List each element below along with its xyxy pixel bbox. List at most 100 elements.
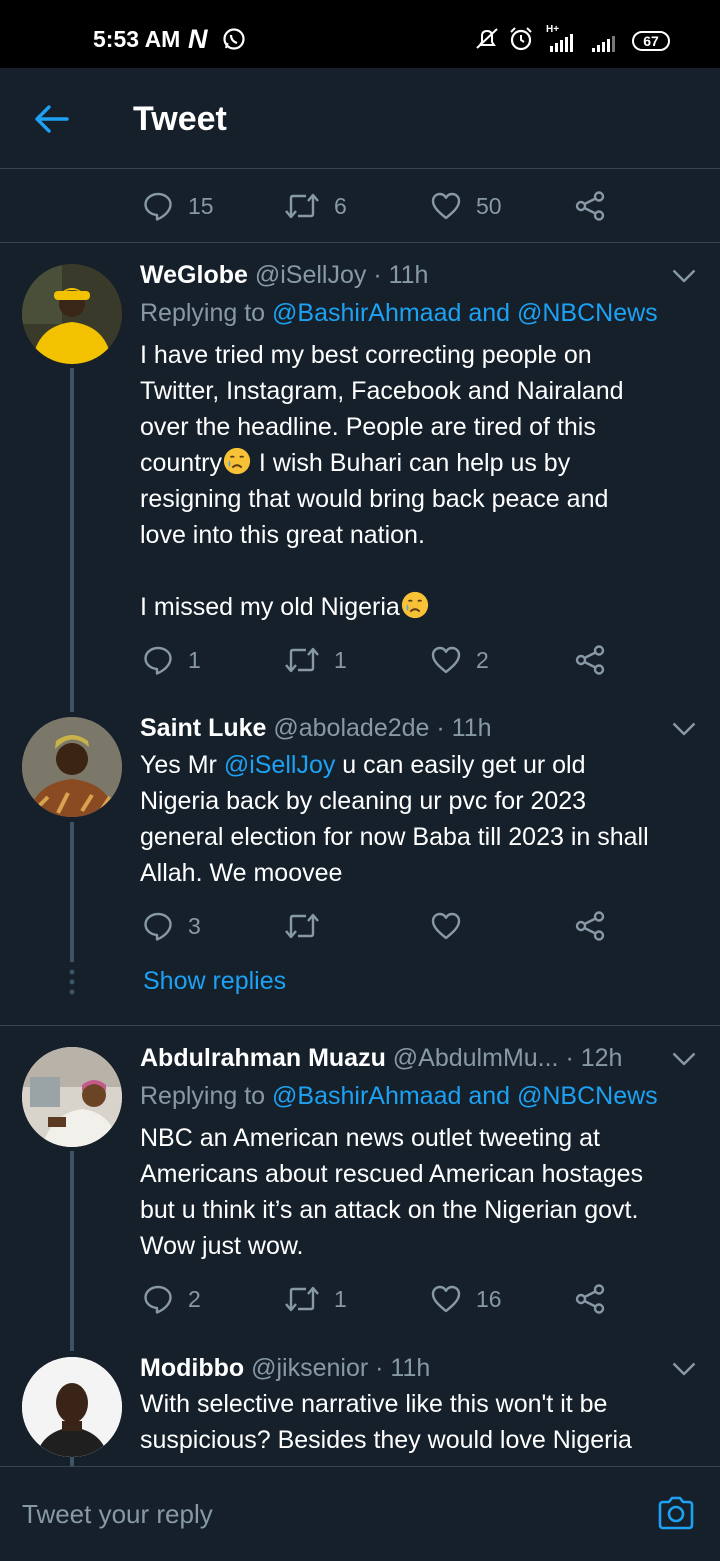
retweet-button[interactable]: 1 <box>284 640 347 680</box>
signal-icon-1 <box>550 34 573 52</box>
tweet-text-line: I have tried my best correcting people o… <box>140 341 592 369</box>
tweet-text-line: NBC an American news outlet tweeting at <box>140 1124 600 1152</box>
display-name[interactable]: Saint Luke <box>140 714 266 742</box>
share-button[interactable] <box>574 640 606 680</box>
netflix-icon: N <box>188 24 208 54</box>
chevron-down-icon[interactable] <box>672 1052 696 1066</box>
tweet-text-line: but u think it’s an attack on the Nigeri… <box>140 1196 639 1224</box>
reply-icon <box>142 1283 174 1315</box>
reply-button[interactable]: 2 <box>142 1279 201 1319</box>
share-button[interactable] <box>574 1279 606 1319</box>
tweet-text-line: general election for now Baba till 2023 … <box>140 823 649 851</box>
reply-composer[interactable]: Tweet your reply <box>0 1466 720 1561</box>
tweet-text-line: Twitter, Instagram, Facebook and Nairala… <box>140 377 624 405</box>
avatar[interactable] <box>22 1357 122 1457</box>
tweet-text-blank <box>140 553 710 589</box>
chevron-down-icon[interactable] <box>672 269 696 283</box>
status-time: 5:53 AM <box>93 26 181 52</box>
reply-button[interactable]: 15 <box>142 186 214 226</box>
thread-line <box>70 822 74 962</box>
replying-to-label: Replying to <box>140 1082 273 1110</box>
crying-face-emoji-icon <box>222 446 252 476</box>
tweet-text-line: Nigeria back by cleaning ur pvc for 2023 <box>140 787 587 815</box>
retweet-count: 1 <box>334 646 347 673</box>
reply-input[interactable]: Tweet your reply <box>22 1499 213 1530</box>
replying-to-mentions[interactable]: @BashirAhmaad and @NBCNews <box>272 1082 658 1110</box>
handle[interactable]: @AbdulmMu... <box>393 1044 559 1072</box>
avatar-image <box>22 1357 122 1457</box>
retweet-icon <box>284 190 320 222</box>
camera-icon[interactable] <box>656 1495 696 1531</box>
tweet-header: WeGlobe @iSellJoy · 11h <box>140 261 428 290</box>
retweet-icon <box>284 910 320 942</box>
reply-button[interactable]: 3 <box>142 906 201 946</box>
timestamp: · 11h <box>373 261 429 289</box>
back-arrow-icon[interactable] <box>34 101 70 137</box>
tweet-text-line: I missed my old Nigeria <box>140 589 710 625</box>
like-button[interactable] <box>430 906 462 946</box>
share-button[interactable] <box>574 186 606 226</box>
app-header: Tweet <box>0 68 720 169</box>
tweet-header: Abdulrahman Muazu @AbdulmMu... · 12h <box>140 1044 622 1073</box>
timestamp: · 11h <box>375 1354 431 1382</box>
reply-button[interactable]: 1 <box>142 640 201 680</box>
replying-to-mentions[interactable]: @BashirAhmaad and @NBCNews <box>272 299 658 327</box>
retweet-button[interactable]: 6 <box>284 186 347 226</box>
retweet-icon <box>284 1283 320 1315</box>
retweet-count: 6 <box>334 192 347 219</box>
handle[interactable]: @jiksenior <box>251 1354 368 1382</box>
timestamp: · 12h <box>565 1044 623 1072</box>
avatar-image <box>22 717 122 817</box>
chevron-down-icon[interactable] <box>672 722 696 736</box>
tweet-text-fragment: Yes Mr <box>140 751 224 779</box>
thread-line <box>70 368 74 712</box>
heart-icon <box>430 190 462 222</box>
battery-indicator: 67 <box>632 31 670 51</box>
reply-count: 3 <box>188 912 201 939</box>
share-icon <box>574 190 606 222</box>
tweet-text: Yes Mr @iSellJoy u can easily get ur old… <box>140 747 710 891</box>
display-name[interactable]: Modibbo <box>140 1354 244 1382</box>
share-button[interactable] <box>574 906 606 946</box>
retweet-icon <box>284 644 320 676</box>
tweet-text: NBC an American news outlet tweeting at … <box>140 1120 710 1264</box>
handle[interactable]: @abolade2de <box>273 714 429 742</box>
tweet-text-fragment: I wish Buhari can help us by <box>251 449 571 477</box>
tweet-text-fragment: I missed my old Nigeria <box>140 593 400 621</box>
retweet-button[interactable]: 1 <box>284 1279 347 1319</box>
reply-icon <box>142 910 174 942</box>
avatar[interactable] <box>22 717 122 817</box>
crying-face-emoji-icon <box>400 590 430 620</box>
retweet-button[interactable] <box>284 906 320 946</box>
whatsapp-icon <box>223 28 245 50</box>
tweet-text-line: Allah. We moovee <box>140 859 343 887</box>
heart-icon <box>430 1283 462 1315</box>
like-count: 16 <box>476 1285 502 1312</box>
retweet-count: 1 <box>334 1285 347 1312</box>
tweet-text-line: over the headline. People are tired of t… <box>140 413 596 441</box>
reply-icon <box>142 644 174 676</box>
handle[interactable]: @iSellJoy <box>255 261 367 289</box>
replying-to: Replying to @BashirAhmaad and @NBCNews <box>140 1082 658 1111</box>
like-button[interactable]: 2 <box>430 640 489 680</box>
avatar[interactable] <box>22 1047 122 1147</box>
show-replies-link[interactable]: Show replies <box>143 967 286 996</box>
timestamp: · 11h <box>436 714 492 742</box>
mention-link[interactable]: @iSellJoy <box>224 751 336 779</box>
share-icon <box>574 644 606 676</box>
like-count: 2 <box>476 646 489 673</box>
reply-icon <box>142 190 174 222</box>
divider <box>0 1025 720 1026</box>
signal-icon-2 <box>592 36 615 52</box>
display-name[interactable]: WeGlobe <box>140 261 248 289</box>
like-button[interactable]: 50 <box>430 186 502 226</box>
like-count: 50 <box>476 192 502 219</box>
avatar-image <box>22 264 122 364</box>
display-name[interactable]: Abdulrahman Muazu <box>140 1044 386 1072</box>
like-button[interactable]: 16 <box>430 1279 502 1319</box>
avatar[interactable] <box>22 264 122 364</box>
thread-dots-icon <box>69 969 75 995</box>
tweet-text-line: suspicious? Besides they would love Nige… <box>140 1426 632 1454</box>
chevron-down-icon[interactable] <box>672 1362 696 1376</box>
replying-to: Replying to @BashirAhmaad and @NBCNews <box>140 299 658 328</box>
